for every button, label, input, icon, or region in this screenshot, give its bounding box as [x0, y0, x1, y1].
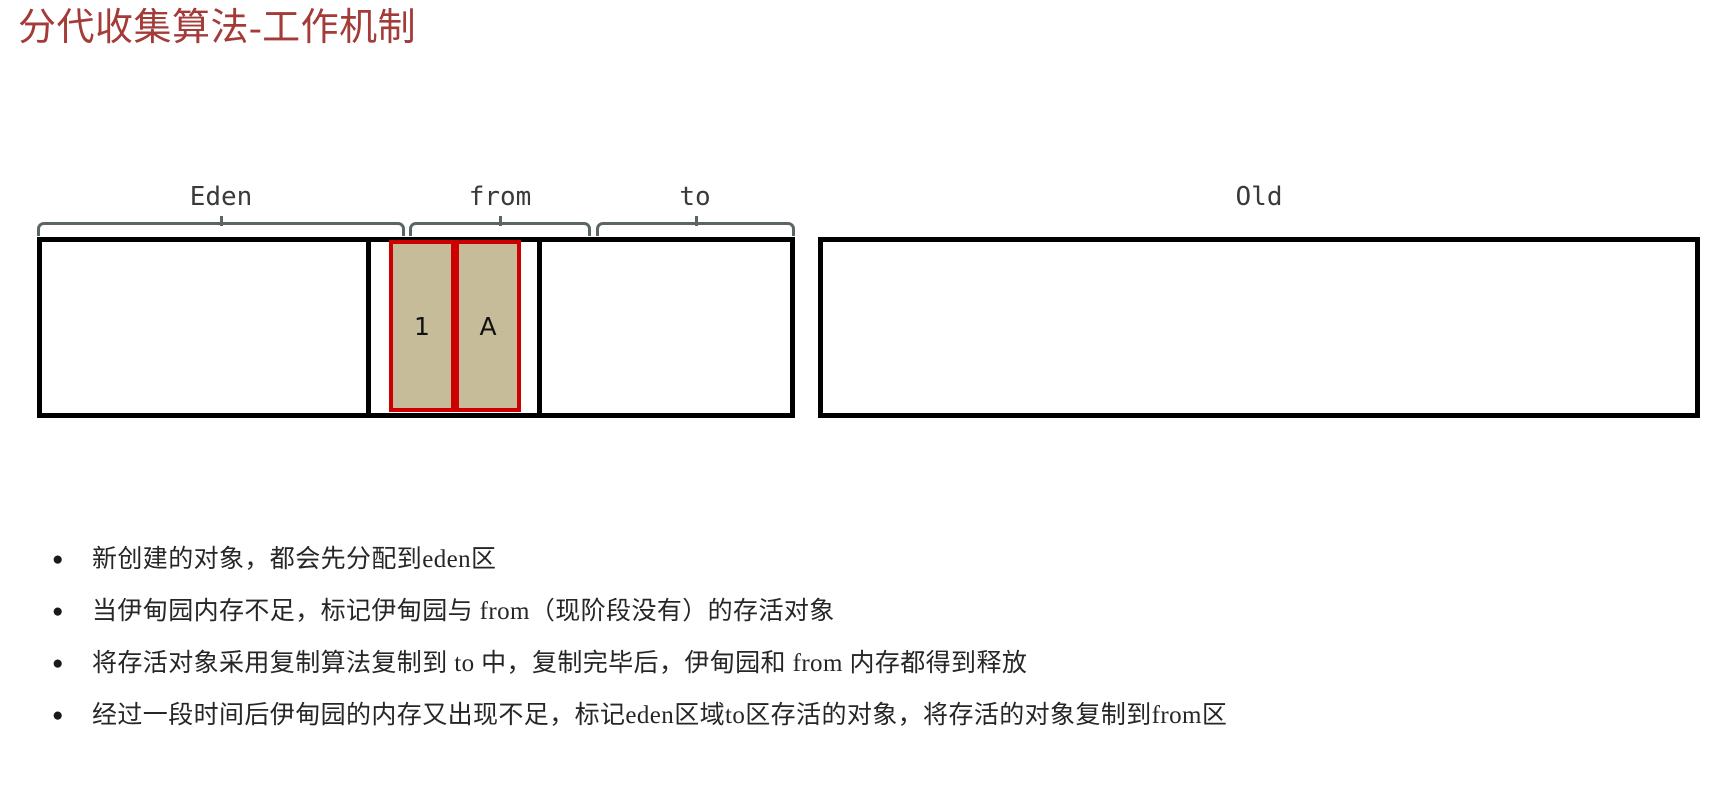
- region-label-old: Old: [1235, 182, 1283, 212]
- list-item: ● 当伊甸园内存不足，标记伊甸园与 from（现阶段没有）的存活对象: [52, 592, 1712, 644]
- brace-nib-eden: [220, 216, 223, 226]
- list-item: ● 新创建的对象，都会先分配到eden区: [52, 540, 1712, 592]
- survivor-object-cell: A: [455, 240, 521, 412]
- divider-from-to: [537, 237, 542, 418]
- survivor-object-cell: 1: [389, 240, 455, 412]
- region-label-from: from: [468, 182, 532, 212]
- brace-eden: [37, 216, 405, 236]
- region-label-eden: Eden: [189, 182, 253, 212]
- bullet-marker-icon: ●: [52, 549, 64, 570]
- bullet-marker-icon: ●: [52, 653, 64, 674]
- brace-nib-to: [694, 216, 698, 226]
- brace-from: [409, 216, 591, 236]
- bullet-marker-icon: ●: [52, 705, 64, 726]
- list-item: ● 将存活对象采用复制算法复制到 to 中，复制完毕后，伊甸园和 from 内存…: [52, 644, 1712, 696]
- brace-to: [596, 216, 795, 236]
- list-item-text: 当伊甸园内存不足，标记伊甸园与 from（现阶段没有）的存活对象: [92, 598, 835, 625]
- list-item-text: 新创建的对象，都会先分配到eden区: [92, 546, 497, 573]
- list-item-text: 经过一段时间后伊甸园的内存又出现不足，标记eden区域to区存活的对象，将存活的…: [92, 702, 1228, 729]
- notes-list: ● 新创建的对象，都会先分配到eden区 ● 当伊甸园内存不足，标记伊甸园与 f…: [52, 540, 1712, 748]
- old-generation-block: [818, 237, 1700, 418]
- region-label-to: to: [679, 182, 711, 212]
- brace-nib-from: [499, 216, 502, 226]
- bullet-marker-icon: ●: [52, 601, 64, 622]
- survivor-object-label: A: [479, 311, 497, 341]
- memory-layout-diagram: Eden from to Old 1 A: [0, 0, 1730, 480]
- list-item: ● 经过一段时间后伊甸园的内存又出现不足，标记eden区域to区存活的对象，将存…: [52, 696, 1712, 748]
- survivor-object-label: 1: [414, 311, 430, 341]
- list-item-text: 将存活对象采用复制算法复制到 to 中，复制完毕后，伊甸园和 from 内存都得…: [92, 650, 1028, 677]
- divider-eden-from: [366, 237, 371, 418]
